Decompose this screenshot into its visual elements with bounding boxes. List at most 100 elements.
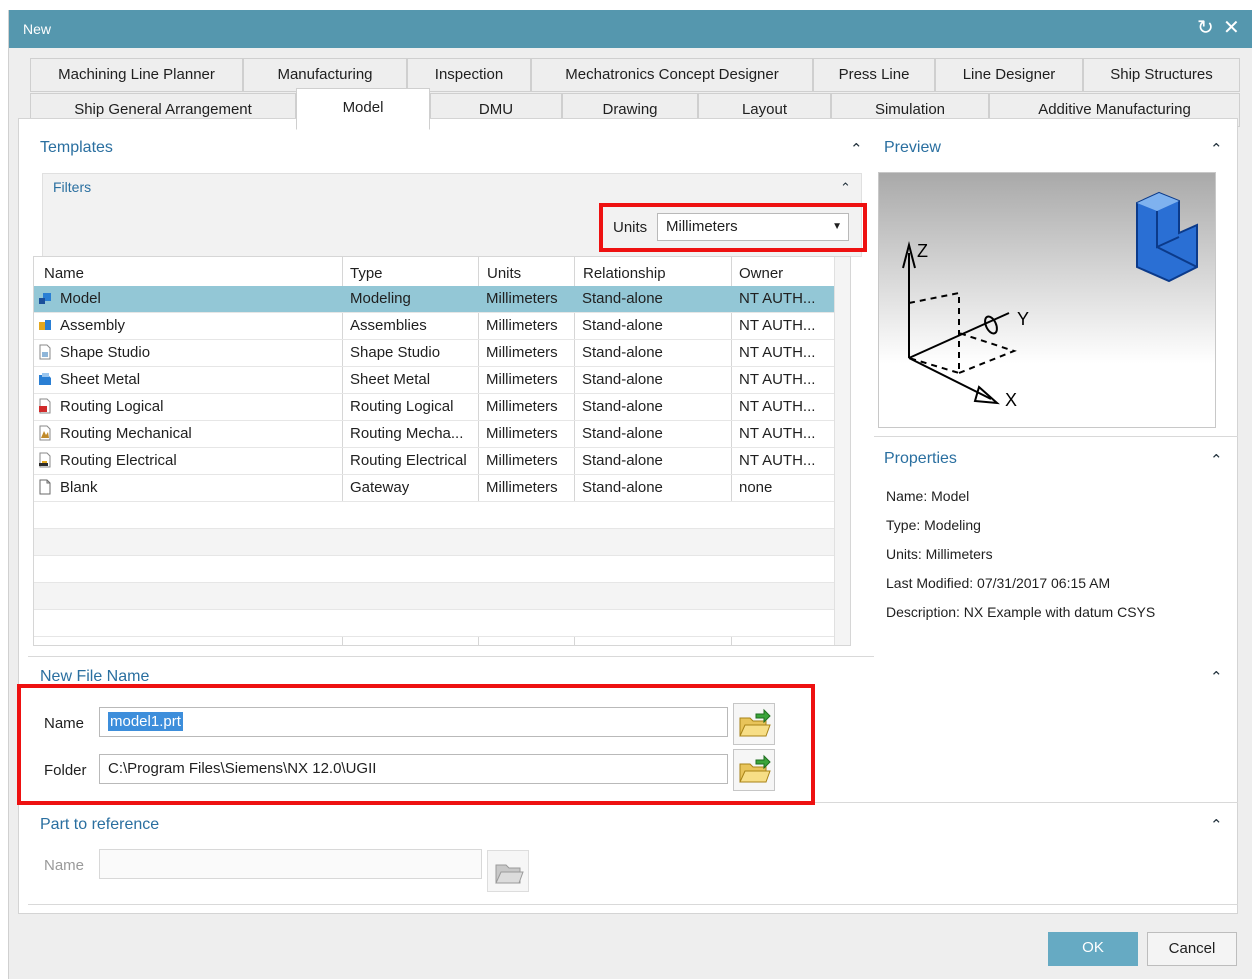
row-relationship: Stand-alone <box>582 398 663 415</box>
routing-logical-icon <box>39 398 51 414</box>
row-units: Millimeters <box>486 479 558 496</box>
row-name: Blank <box>60 479 98 496</box>
table-scrollbar[interactable] <box>834 257 850 645</box>
properties-title: Properties <box>884 450 957 467</box>
chevron-down-icon: ▼ <box>832 221 842 232</box>
row-owner: none <box>739 479 773 496</box>
axis-z-label: Z <box>917 241 928 261</box>
row-name: Assembly <box>60 317 126 334</box>
properties-collapse-caret[interactable]: ⌃ <box>1210 451 1223 469</box>
tab-mechatronics-concept-designer[interactable]: Mechatronics Concept Designer <box>531 58 813 92</box>
part-ref-name-input <box>99 849 482 879</box>
close-icon[interactable]: ✕ <box>1223 16 1240 40</box>
table-row[interactable]: Shape Studio Shape Studio Millimeters St… <box>34 340 834 367</box>
browse-name-button[interactable] <box>733 703 775 745</box>
assembly-icon <box>39 320 51 330</box>
tab-ship-structures[interactable]: Ship Structures <box>1083 58 1240 92</box>
table-row[interactable]: Assembly Assemblies Millimeters Stand-al… <box>34 313 834 340</box>
tab-model[interactable]: Model <box>296 88 430 130</box>
shape-studio-icon <box>39 344 51 360</box>
row-owner: NT AUTH... <box>739 452 816 469</box>
units-label: Units <box>613 219 648 236</box>
part-ref-collapse-caret[interactable]: ⌃ <box>1210 816 1223 834</box>
row-type: Routing Mecha... <box>350 425 464 442</box>
row-name: Routing Electrical <box>60 452 177 469</box>
new-file-collapse-caret[interactable]: ⌃ <box>1210 668 1223 686</box>
open-folder-icon <box>739 708 771 737</box>
empty-row <box>34 610 834 637</box>
units-dropdown[interactable]: Millimeters ▼ <box>657 213 849 241</box>
property-type: Type: Modeling <box>886 517 981 533</box>
table-row[interactable]: Model Modeling Millimeters Stand-alone N… <box>34 286 834 313</box>
window-title: New <box>23 21 52 37</box>
row-name: Model <box>60 290 101 307</box>
open-folder-icon <box>739 754 771 783</box>
file-name-label: Name <box>44 715 85 732</box>
tab-press-line[interactable]: Press Line <box>813 58 935 92</box>
tab-manufacturing[interactable]: Manufacturing <box>243 58 407 92</box>
row-relationship: Stand-alone <box>582 317 663 334</box>
file-name-value: model1.prt <box>108 712 183 731</box>
row-relationship: Stand-alone <box>582 452 663 469</box>
reset-icon[interactable]: ↻ <box>1197 16 1214 40</box>
table-row[interactable]: Sheet Metal Sheet Metal Millimeters Stan… <box>34 367 834 394</box>
row-type: Assemblies <box>350 317 427 334</box>
templates-table: Name Type Units Relationship Owner Model… <box>33 256 851 646</box>
column-header-relationship[interactable]: Relationship <box>583 265 666 282</box>
column-header-type[interactable]: Type <box>350 265 383 282</box>
part-to-reference-title: Part to reference <box>40 816 160 833</box>
folder-label: Folder <box>44 762 87 779</box>
row-owner: NT AUTH... <box>739 371 816 388</box>
preview-collapse-caret[interactable]: ⌃ <box>1210 140 1223 158</box>
row-owner: NT AUTH... <box>739 317 816 334</box>
row-units: Millimeters <box>486 290 558 307</box>
row-owner: NT AUTH... <box>739 425 816 442</box>
row-type: Routing Electrical <box>350 452 467 469</box>
row-units: Millimeters <box>486 317 558 334</box>
ok-button[interactable]: OK <box>1048 932 1138 966</box>
empty-row <box>34 583 834 610</box>
row-name: Shape Studio <box>60 344 151 361</box>
folder-disabled-icon <box>495 864 524 884</box>
table-row[interactable]: Routing Logical Routing Logical Millimet… <box>34 394 834 421</box>
blank-document-icon <box>39 479 51 495</box>
row-units: Millimeters <box>486 425 558 442</box>
tab-inspection[interactable]: Inspection <box>407 58 531 92</box>
routing-mechanical-icon <box>39 425 51 441</box>
table-row[interactable]: Routing Mechanical Routing Mecha... Mill… <box>34 421 834 448</box>
row-owner: NT AUTH... <box>739 398 816 415</box>
row-type: Gateway <box>350 479 410 496</box>
row-units: Millimeters <box>486 371 558 388</box>
row-relationship: Stand-alone <box>582 344 663 361</box>
table-row[interactable]: Blank Gateway Millimeters Stand-alone no… <box>34 475 834 502</box>
row-name: Sheet Metal <box>60 371 141 388</box>
property-description: Description: NX Example with datum CSYS <box>886 604 1156 620</box>
table-row[interactable]: Routing Electrical Routing Electrical Mi… <box>34 448 834 475</box>
property-units: Units: Millimeters <box>886 546 993 562</box>
row-relationship: Stand-alone <box>582 479 663 496</box>
routing-electrical-icon <box>39 452 51 468</box>
cancel-button[interactable]: Cancel <box>1147 932 1237 966</box>
row-owner: NT AUTH... <box>739 290 816 307</box>
templates-title: Templates <box>40 139 113 156</box>
part-ref-browse-button <box>487 850 529 892</box>
folder-input[interactable]: C:\Program Files\Siemens\NX 12.0\UGII <box>99 754 728 784</box>
column-header-name[interactable]: Name <box>44 265 84 282</box>
filters-collapse-caret[interactable]: ⌃ <box>840 180 851 196</box>
row-units: Millimeters <box>486 398 558 415</box>
row-relationship: Stand-alone <box>582 290 663 307</box>
column-header-owner[interactable]: Owner <box>739 265 783 282</box>
file-name-input[interactable]: model1.prt <box>99 707 728 737</box>
preview-panel: Z Y X <box>878 172 1216 428</box>
browse-folder-button[interactable] <box>733 749 775 791</box>
tab-line-designer[interactable]: Line Designer <box>935 58 1083 92</box>
new-file-name-title: New File Name <box>40 668 150 685</box>
column-header-units[interactable]: Units <box>487 265 521 282</box>
row-type: Shape Studio <box>350 344 441 361</box>
datum-csys-preview: Z Y X <box>902 191 1198 410</box>
templates-collapse-caret[interactable]: ⌃ <box>850 140 863 158</box>
tab-machining-line-planner[interactable]: Machining Line Planner <box>30 58 243 92</box>
row-units: Millimeters <box>486 452 558 469</box>
row-type: Sheet Metal <box>350 371 431 388</box>
row-owner: NT AUTH... <box>739 344 816 361</box>
